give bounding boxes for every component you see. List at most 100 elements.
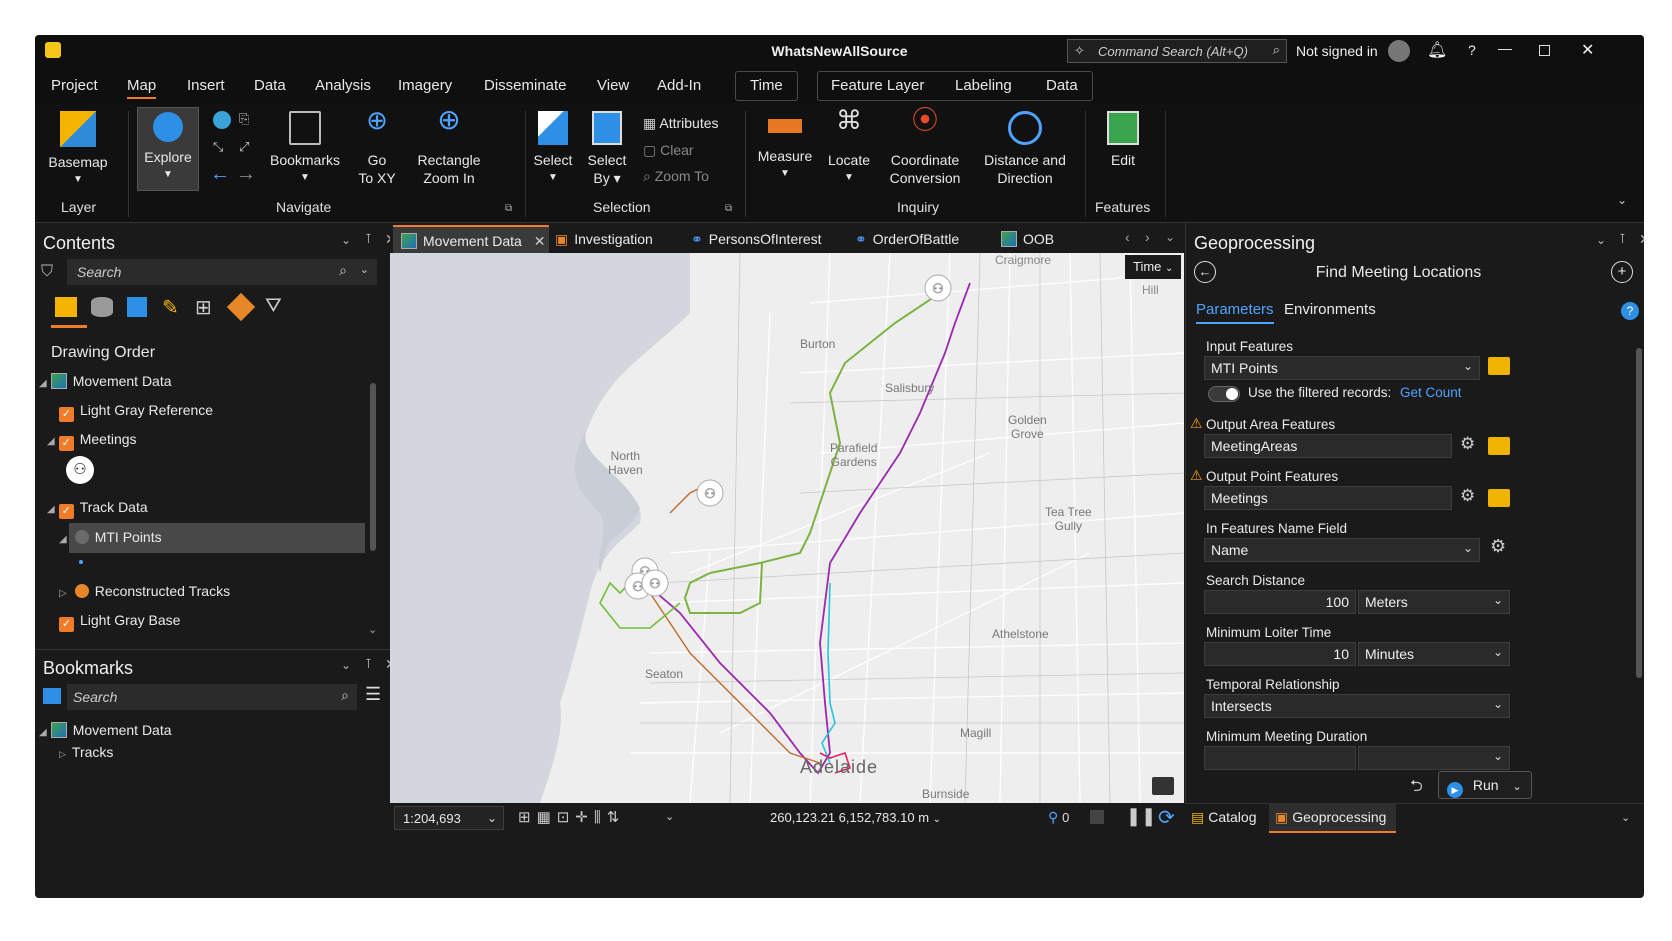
user-avatar-icon[interactable]	[1388, 40, 1410, 62]
command-search-input[interactable]: ✧ Command Search (Alt+Q) ⌕	[1067, 39, 1287, 63]
menu-imagery[interactable]: Imagery	[398, 77, 452, 94]
list-by-snapping-icon[interactable]: ⊞	[195, 295, 212, 320]
tab-order-of-battle[interactable]: ⚭ OrderOfBattle	[855, 225, 959, 253]
clear-button[interactable]: ▢ Clear	[643, 142, 694, 159]
menu-disseminate[interactable]: Disseminate	[484, 77, 567, 94]
distance-direction-button[interactable]: Distance and Direction	[977, 111, 1073, 187]
map-view[interactable]: ⚇ ⚇ ⚇ ⚇ ⚇ Craigmore Hill Burton Salisbur…	[390, 253, 1184, 803]
get-count-link[interactable]: Get Count	[1400, 385, 1462, 400]
database-settings-icon[interactable]: ⚙	[1460, 486, 1475, 506]
batch-icon[interactable]: ⮌	[1410, 775, 1423, 802]
browse-folder-icon[interactable]	[1488, 489, 1510, 507]
expand-icon[interactable]: ◢	[39, 727, 47, 738]
coordinate-readout[interactable]: 260,123.21 6,152,783.10 m ⌄	[770, 810, 941, 825]
locate-button[interactable]: ⌘ Locate ▼	[823, 107, 875, 187]
contents-search-input[interactable]: Search ⌕ ⌄	[67, 259, 377, 285]
pane-options-icon[interactable]: ⌄	[341, 658, 351, 672]
min-loiter-input[interactable]: 10	[1204, 642, 1356, 666]
tab-list-icon[interactable]: ⌄	[1165, 230, 1175, 244]
forward-arrow-icon[interactable]: →	[236, 163, 256, 186]
list-by-selection-icon[interactable]	[127, 297, 147, 317]
menu-project[interactable]: Project	[51, 77, 98, 94]
tab-catalog[interactable]: ▤ Catalog	[1191, 809, 1257, 826]
zoom-to-button[interactable]: ⌕ Zoom To	[643, 168, 709, 185]
menu-view[interactable]: View	[597, 77, 629, 94]
rectangle-zoom-button[interactable]: ⊕ Rectangle Zoom In	[407, 106, 491, 187]
measure-button[interactable]: Measure ▼	[753, 111, 817, 183]
checkbox-checked-icon[interactable]: ✓	[59, 407, 74, 422]
search-distance-unit-dropdown[interactable]: Meters ⌄	[1358, 590, 1510, 614]
name-field-dropdown[interactable]: Name ⌄	[1204, 538, 1480, 562]
bottom-tabs-menu-icon[interactable]: ⌄	[1621, 811, 1630, 824]
min-meeting-input[interactable]	[1204, 746, 1356, 770]
menu-insert[interactable]: Insert	[187, 77, 225, 94]
close-icon[interactable]: ✕	[1581, 40, 1594, 60]
basemap-button[interactable]: Basemap ▼	[43, 111, 113, 189]
menu-labeling[interactable]: Labeling	[955, 77, 1012, 94]
tab-persons-of-interest[interactable]: ⚭ PersonsOfInterest	[691, 225, 822, 253]
edit-button[interactable]: Edit	[1095, 111, 1151, 169]
list-by-perspective-icon[interactable]: ⛛	[265, 295, 282, 318]
pane-options-icon[interactable]: ⌄	[1596, 233, 1606, 247]
tab-scroll-right-icon[interactable]: ›	[1145, 229, 1150, 245]
table-toggle-icon[interactable]	[1090, 810, 1104, 824]
tree-reconstructed-tracks[interactable]: ▷ Reconstructed Tracks	[59, 583, 230, 599]
output-area-input[interactable]: MeetingAreas	[1204, 434, 1452, 458]
input-features-dropdown[interactable]: MTI Points ⌄	[1204, 356, 1480, 380]
temporal-dropdown[interactable]: Intersects ⌄	[1204, 694, 1510, 718]
selection-launcher-icon[interactable]: ⧉	[725, 203, 732, 214]
tab-investigation[interactable]: ▣ Investigation	[555, 225, 653, 253]
close-tab-icon[interactable]: ✕	[534, 233, 546, 249]
filtered-records-toggle[interactable]	[1208, 386, 1240, 402]
scale-selector[interactable]: 1:204,693 ⌄	[394, 806, 504, 830]
database-settings-icon[interactable]: ⚙	[1460, 434, 1475, 454]
list-by-labeling-icon[interactable]	[226, 292, 256, 322]
coordinate-conversion-button[interactable]: ⦿ Coordinate Conversion	[883, 107, 967, 187]
checkbox-checked-icon[interactable]: ✓	[58, 504, 74, 519]
prev-extent-icon[interactable]: ⎘	[239, 111, 249, 127]
browse-folder-icon[interactable]	[1488, 437, 1510, 455]
time-slider-button[interactable]: Time ⌄	[1125, 255, 1181, 279]
expand-icon[interactable]: ◢	[47, 504, 55, 515]
pin-icon[interactable]: ⊺	[365, 231, 372, 247]
help-icon[interactable]: ?	[1621, 302, 1639, 320]
tab-movement-data[interactable]: Movement Data ✕	[393, 225, 549, 253]
expand-icon[interactable]: ◢	[59, 534, 67, 545]
chevron-down-icon[interactable]: ⌄	[665, 810, 674, 823]
navigate-launcher-icon[interactable]: ⧉	[505, 203, 512, 214]
bookmarks-button[interactable]: Bookmarks ▼	[267, 111, 343, 187]
add-tool-icon[interactable]: +	[1611, 261, 1633, 283]
collapse-icon[interactable]: ▷	[59, 749, 66, 759]
bookmark-tracks[interactable]: ▷ Tracks	[59, 744, 113, 760]
minimize-icon[interactable]: —	[1498, 40, 1512, 56]
tree-map-movement-data[interactable]: ◢ Movement Data	[39, 373, 172, 389]
menu-analysis[interactable]: Analysis	[315, 77, 371, 94]
gear-icon[interactable]: ⚙	[1490, 536, 1506, 557]
expand-icon[interactable]: ◢	[47, 436, 55, 447]
goto-xy-button[interactable]: ⊕ Go To XY	[350, 107, 404, 187]
tree-light-gray-reference[interactable]: ✓ Light Gray Reference	[59, 402, 213, 422]
menu-time[interactable]: Time	[750, 77, 783, 94]
run-button[interactable]: ▶ Run ⌄	[1438, 771, 1532, 799]
checkbox-checked-icon[interactable]: ✓	[59, 617, 74, 632]
scrollbar[interactable]	[370, 383, 376, 551]
expand-icon[interactable]: ◢	[39, 378, 47, 389]
explore-button[interactable]: Explore ▼	[137, 107, 199, 191]
filter-icon[interactable]: ⛉	[41, 263, 53, 281]
tree-track-data[interactable]: ◢ ✓ Track Data	[47, 499, 148, 519]
pane-options-icon[interactable]: ⌄	[341, 233, 351, 247]
attributes-button[interactable]: ▦ Attributes	[643, 115, 719, 132]
map-overview-icon[interactable]	[1152, 777, 1174, 795]
search-distance-input[interactable]: 100	[1204, 590, 1356, 614]
pin-icon[interactable]: ⊺	[1619, 231, 1626, 247]
fixed-zoom-icon[interactable]: ⤡	[213, 139, 223, 155]
checkbox-checked-icon[interactable]: ✓	[58, 436, 74, 451]
min-loiter-unit-dropdown[interactable]: Minutes ⌄	[1358, 642, 1510, 666]
menu-feature-layer[interactable]: Feature Layer	[831, 77, 924, 94]
select-button[interactable]: Select ▼	[530, 111, 576, 187]
signin-status[interactable]: Not signed in	[1296, 43, 1378, 59]
tree-mti-points[interactable]: ◢ MTI Points	[59, 529, 162, 545]
bookmark-movement-data[interactable]: ◢ Movement Data	[39, 722, 172, 738]
gp-scrollbar[interactable]	[1636, 348, 1642, 678]
browse-folder-icon[interactable]	[1488, 357, 1510, 375]
